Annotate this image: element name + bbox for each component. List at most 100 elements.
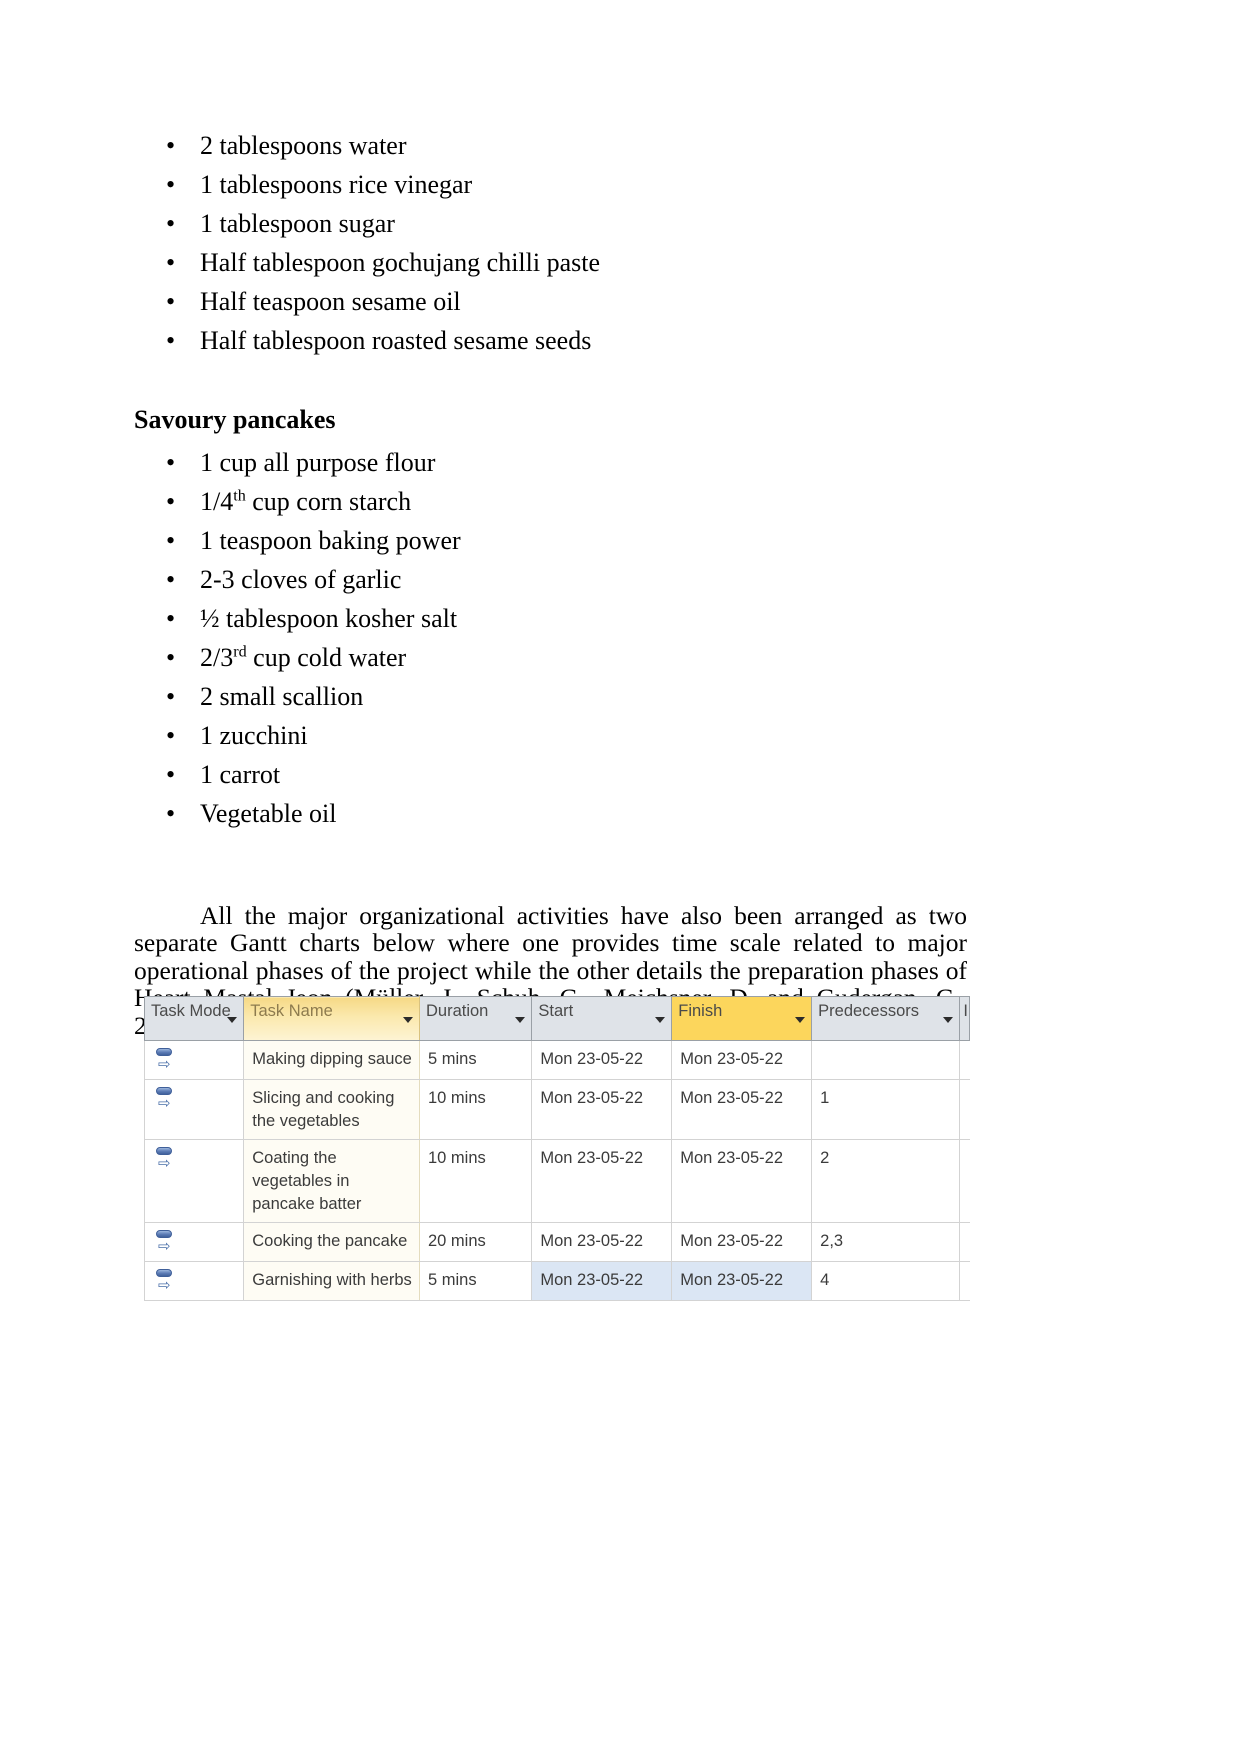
table-row[interactable]: ⇨ Cooking the pancake 20 mins Mon 23-05-22 M…: [143, 1222, 970, 1262]
list-item-label: Vegetable oil: [200, 799, 337, 828]
cell-finish[interactable]: Mon 23-05-22: [671, 1040, 813, 1080]
bullet-icon: •: [166, 131, 176, 160]
cell-predecessors[interactable]: 2,3: [811, 1222, 961, 1262]
cell-finish-text: Mon 23-05-22: [680, 1050, 783, 1068]
cell-finish-text: Mon 23-05-22: [680, 1232, 783, 1250]
cell-predecessors[interactable]: 2: [811, 1139, 961, 1223]
cell-start-text: Mon 23-05-22: [540, 1050, 644, 1068]
cell-predecessors-text: 2: [820, 1149, 830, 1167]
cell-duration[interactable]: 5 mins: [419, 1261, 533, 1301]
cell-task-name[interactable]: Coating the vegetables in pancake batter: [243, 1139, 420, 1223]
column-header-finish[interactable]: Finish: [671, 996, 813, 1041]
cell-start-text: Mon 23-05-22: [540, 1149, 644, 1167]
list-item-label: 1 tablespoon sugar: [200, 209, 395, 238]
cell-start[interactable]: Mon 23-05-22: [531, 1079, 673, 1140]
column-header-truncated[interactable]: I: [959, 996, 970, 1041]
cell-duration[interactable]: 20 mins: [419, 1222, 533, 1262]
cell-start-text: Mon 23-05-22: [540, 1089, 644, 1107]
cell-start[interactable]: Mon 23-05-22: [531, 1040, 673, 1080]
cell-task-name-text: Coating the vegetables in pancake batter: [252, 1149, 362, 1213]
cell-predecessors[interactable]: 1: [811, 1079, 961, 1140]
cell-task-mode[interactable]: ⇨: [143, 1139, 245, 1223]
list-item: • Vegetable oil: [134, 801, 461, 840]
bullet-icon: •: [166, 248, 176, 277]
cell-task-name-text: Cooking the pancake: [252, 1232, 408, 1250]
table-row[interactable]: ⇨ Garnishing with herbs 5 mins Mon 23-05-22…: [143, 1261, 970, 1301]
cell-task-mode[interactable]: ⇨: [143, 1040, 245, 1080]
column-header-predecessors[interactable]: Predecessors: [811, 996, 961, 1041]
cell-task-name[interactable]: Cooking the pancake: [243, 1222, 420, 1262]
list-item: • 1 tablespoons rice vinegar: [134, 172, 600, 211]
filter-chevron-down-icon[interactable]: [795, 1017, 806, 1023]
filter-chevron-down-icon[interactable]: [943, 1017, 954, 1023]
column-header-start[interactable]: Start: [531, 996, 673, 1041]
cell-start[interactable]: Mon 23-05-22: [531, 1139, 673, 1223]
pancake-ingredient-list: • 1 cup all purpose flour • 1/4th cup corn …: [134, 450, 461, 840]
ordinal-suffix: rd: [233, 643, 247, 661]
table-row[interactable]: ⇨ Slicing and cooking the vegetables 10 mi…: [143, 1079, 970, 1140]
cell-truncated: [959, 1261, 970, 1301]
cell-duration-text: 20 mins: [427, 1232, 486, 1250]
bullet-icon: •: [166, 565, 176, 594]
table-row[interactable]: ⇨ Coating the vegetables in pancake batte…: [143, 1139, 970, 1223]
bullet-icon: •: [166, 170, 176, 199]
list-item: • 1 teaspoon baking power: [134, 528, 461, 567]
cell-finish-text: Mon 23-05-22: [680, 1271, 783, 1289]
cell-task-mode[interactable]: ⇨: [143, 1079, 245, 1140]
cell-start-text: Mon 23-05-22: [540, 1232, 644, 1250]
list-item-label: 2 small scallion: [200, 682, 364, 711]
cell-finish[interactable]: Mon 23-05-22: [671, 1139, 813, 1223]
list-item-label: 1 zucchini: [200, 721, 308, 750]
section-heading-savoury-pancakes: Savoury pancakes: [134, 405, 336, 434]
cell-finish-text: Mon 23-05-22: [680, 1149, 783, 1167]
cell-truncated: [959, 1079, 970, 1140]
column-header-task-name[interactable]: Task Name: [243, 996, 420, 1041]
cell-start[interactable]: Mon 23-05-22: [531, 1222, 673, 1262]
cell-duration-text: 10 mins: [427, 1089, 486, 1107]
auto-scheduled-icon: ⇨: [155, 1268, 177, 1294]
cell-task-name-text: Garnishing with herbs: [252, 1271, 412, 1289]
bullet-icon: •: [166, 721, 176, 750]
list-item: • 1 zucchini: [134, 723, 461, 762]
cell-finish[interactable]: Mon 23-05-22: [671, 1079, 813, 1140]
cell-finish[interactable]: Mon 23-05-22: [671, 1222, 813, 1262]
list-item-label: 1 carrot: [200, 760, 281, 789]
cell-predecessors[interactable]: 4: [811, 1261, 961, 1301]
cell-task-name[interactable]: Garnishing with herbs: [243, 1261, 420, 1301]
cell-finish-text: Mon 23-05-22: [680, 1089, 783, 1107]
auto-scheduled-icon: ⇨: [155, 1146, 177, 1172]
column-header-duration[interactable]: Duration: [419, 996, 533, 1041]
arrow-right-icon: ⇨: [158, 1276, 171, 1294]
gantt-task-table: Task Mode Task Name Duration Start Finis…: [143, 996, 970, 1301]
list-item-label-tail: cup cold water: [246, 643, 407, 672]
arrow-right-icon: ⇨: [158, 1055, 171, 1073]
cell-duration[interactable]: 5 mins: [419, 1040, 533, 1080]
auto-scheduled-icon: ⇨: [155, 1086, 177, 1112]
cell-finish[interactable]: Mon 23-05-22: [671, 1261, 813, 1301]
cell-duration[interactable]: 10 mins: [419, 1139, 533, 1223]
filter-chevron-down-icon[interactable]: [402, 1017, 413, 1023]
column-header-duration-label: Duration: [425, 1002, 489, 1020]
list-item-label-tail: cup corn starch: [245, 487, 412, 516]
column-header-task-mode[interactable]: Task Mode: [143, 996, 245, 1041]
ordinal-suffix: th: [233, 487, 246, 505]
cell-predecessors[interactable]: [811, 1040, 961, 1080]
cell-task-name[interactable]: Making dipping sauce: [243, 1040, 420, 1080]
filter-chevron-down-icon[interactable]: [227, 1017, 238, 1023]
cell-duration[interactable]: 10 mins: [419, 1079, 533, 1140]
bullet-icon: •: [166, 799, 176, 828]
cell-task-name[interactable]: Slicing and cooking the vegetables: [243, 1079, 420, 1140]
dipping-sauce-ingredient-list: • 2 tablespoons water • 1 tablespoons rice …: [134, 133, 600, 367]
filter-chevron-down-icon[interactable]: [515, 1017, 526, 1023]
list-item: • 2/3rd cup cold water: [134, 643, 461, 684]
table-row[interactable]: ⇨ Making dipping sauce 5 mins Mon 23-05-22 M…: [143, 1040, 970, 1080]
auto-scheduled-icon: ⇨: [155, 1229, 177, 1255]
list-item: • 1 carrot: [134, 762, 461, 801]
cell-task-mode[interactable]: ⇨: [143, 1261, 245, 1301]
cell-task-name-text: Slicing and cooking the vegetables: [252, 1089, 395, 1130]
list-item: • 2 small scallion: [134, 684, 461, 723]
bullet-icon: •: [166, 287, 176, 316]
filter-chevron-down-icon[interactable]: [655, 1017, 666, 1023]
cell-start[interactable]: Mon 23-05-22: [531, 1261, 673, 1301]
cell-task-mode[interactable]: ⇨: [143, 1222, 245, 1262]
